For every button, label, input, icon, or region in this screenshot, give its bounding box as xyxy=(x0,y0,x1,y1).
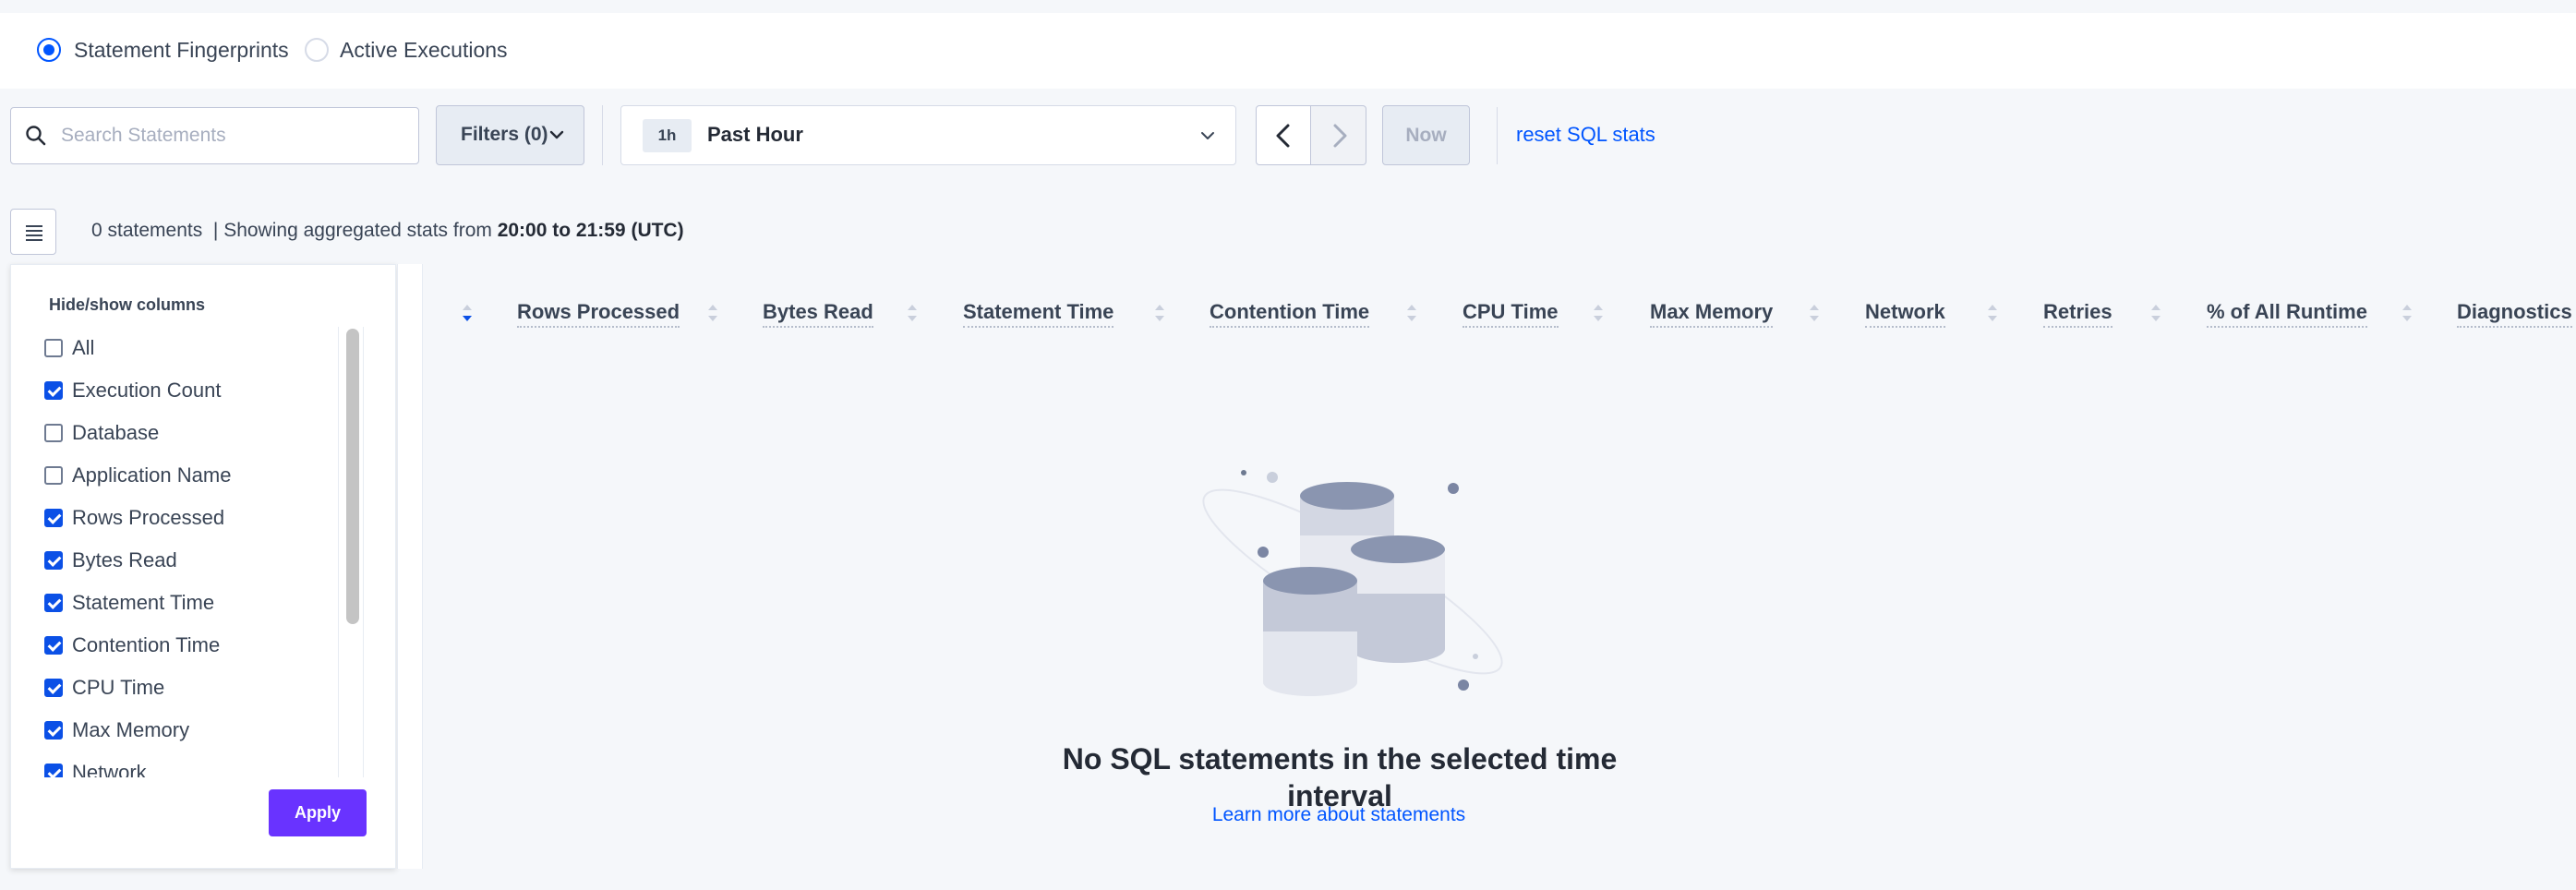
column-header-percent-runtime[interactable]: % of All Runtime xyxy=(2207,298,2367,328)
checkbox[interactable] xyxy=(44,339,63,357)
chevron-left-icon xyxy=(1276,124,1290,148)
column-header-cpu-time[interactable]: CPU Time xyxy=(1463,298,1559,328)
column-picker-list: All Execution Count Database Application… xyxy=(44,327,340,777)
chevron-down-icon xyxy=(549,130,564,139)
search-placeholder: Search Statements xyxy=(61,125,226,146)
statement-fingerprints-radio[interactable] xyxy=(37,38,61,62)
active-executions-label[interactable]: Active Executions xyxy=(340,37,508,63)
chevron-right-icon xyxy=(1333,124,1347,148)
summary-prefix: | Showing aggregated stats from xyxy=(212,220,498,241)
sort-icon[interactable] xyxy=(1592,301,1605,325)
column-option-contention-time[interactable]: Contention Time xyxy=(44,624,220,667)
column-header-rows-processed[interactable]: Rows Processed xyxy=(517,298,680,328)
time-range-badge: 1h xyxy=(643,119,692,152)
now-button[interactable]: Now xyxy=(1382,105,1470,165)
column-selector-button[interactable] xyxy=(10,209,56,255)
column-header-diagnostics[interactable]: Diagnostics xyxy=(2457,298,2572,328)
column-header-statement-time[interactable]: Statement Time xyxy=(963,298,1114,328)
column-picker-title: Hide/show columns xyxy=(49,295,206,314)
column-option-bytes-read[interactable]: Bytes Read xyxy=(44,539,177,582)
checkbox[interactable] xyxy=(44,509,63,527)
sort-icon[interactable] xyxy=(906,301,919,325)
learn-more-link[interactable]: Learn more about statements xyxy=(1200,802,1477,828)
column-header-retries[interactable]: Retries xyxy=(2043,298,2113,328)
toolbar-divider xyxy=(1497,107,1498,164)
panel-divider xyxy=(397,264,423,869)
column-header-bytes-read[interactable]: Bytes Read xyxy=(763,298,873,328)
checkbox[interactable] xyxy=(44,721,63,740)
scrollbar-thumb[interactable] xyxy=(346,329,359,624)
checkbox[interactable] xyxy=(44,636,63,655)
column-option-all[interactable]: All xyxy=(44,327,94,369)
column-header-network[interactable]: Network xyxy=(1865,298,1945,328)
statement-fingerprints-label[interactable]: Statement Fingerprints xyxy=(74,37,289,63)
sort-icon[interactable] xyxy=(706,301,719,325)
checkbox[interactable] xyxy=(44,764,63,777)
checkbox[interactable] xyxy=(44,424,63,442)
sort-icon[interactable] xyxy=(461,301,474,325)
active-executions-radio[interactable] xyxy=(305,38,329,62)
sort-icon[interactable] xyxy=(1986,301,1999,325)
list-icon xyxy=(26,225,42,241)
database-illustration-icon xyxy=(1202,470,1503,696)
checkbox[interactable] xyxy=(44,679,63,697)
sort-icon[interactable] xyxy=(1405,301,1418,325)
column-option-application-name[interactable]: Application Name xyxy=(44,454,231,497)
checkbox[interactable] xyxy=(44,381,63,400)
search-icon xyxy=(26,126,46,146)
sort-icon[interactable] xyxy=(1808,301,1821,325)
column-header-max-memory[interactable]: Max Memory xyxy=(1650,298,1774,328)
summary-range: 20:00 to 21:59 (UTC) xyxy=(497,220,684,241)
column-option-max-memory[interactable]: Max Memory xyxy=(44,709,189,752)
time-range-label: Past Hour xyxy=(707,123,803,146)
apply-button[interactable]: Apply xyxy=(269,789,367,836)
checkbox[interactable] xyxy=(44,551,63,570)
toolbar-divider xyxy=(602,105,603,165)
column-header-contention-time[interactable]: Contention Time xyxy=(1210,298,1370,328)
column-option-rows-processed[interactable]: Rows Processed xyxy=(44,497,224,539)
summary-text: 0 statements | Showing aggregated stats … xyxy=(91,217,684,245)
column-option-execution-count[interactable]: Execution Count xyxy=(44,369,221,412)
column-option-statement-time[interactable]: Statement Time xyxy=(44,582,214,624)
statement-count: 0 statements xyxy=(91,220,203,241)
chevron-down-icon xyxy=(1201,132,1214,139)
filters-label: Filters (0) xyxy=(461,124,548,145)
checkbox[interactable] xyxy=(44,466,63,485)
column-option-database[interactable]: Database xyxy=(44,412,159,454)
sort-icon[interactable] xyxy=(1153,301,1166,325)
column-option-cpu-time[interactable]: CPU Time xyxy=(44,667,164,709)
reset-sql-stats-link[interactable]: reset SQL stats xyxy=(1516,122,1655,148)
checkbox[interactable] xyxy=(44,594,63,612)
sort-icon[interactable] xyxy=(2401,301,2413,325)
column-option-network[interactable]: Network xyxy=(44,752,147,777)
sort-icon[interactable] xyxy=(2149,301,2162,325)
